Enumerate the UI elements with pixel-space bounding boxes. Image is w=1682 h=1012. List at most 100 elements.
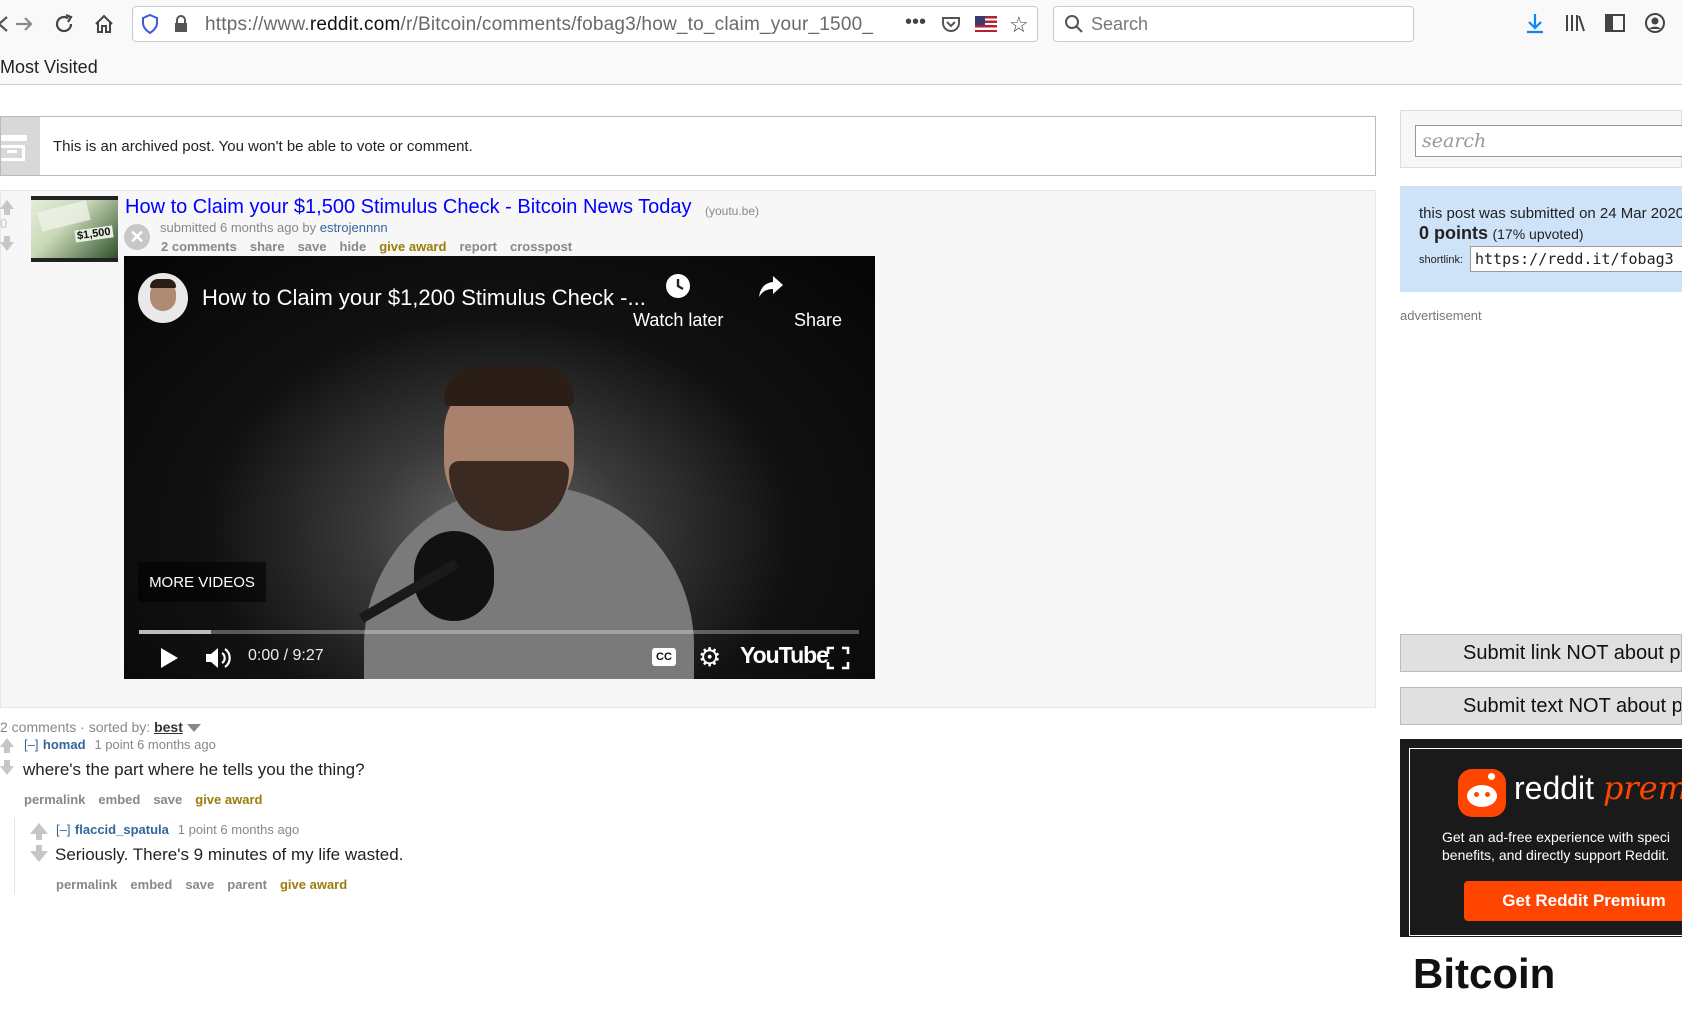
shortlink-field[interactable]: https://redd.it/fobag3	[1470, 246, 1682, 272]
post-buttons: 2 comments share save hide give award re…	[161, 239, 572, 254]
browser-search-bar[interactable]: Search	[1053, 6, 1414, 42]
comments-count: 2 comments	[0, 719, 77, 735]
sidebar-icon[interactable]	[1604, 12, 1626, 39]
url-text: https://www.reddit.com/r/Bitcoin/comment…	[205, 14, 874, 35]
post-title-link[interactable]: How to Claim your $1,500 Stimulus Check …	[125, 196, 692, 219]
comment-body: where's the part where he tells you the …	[23, 760, 365, 779]
premium-description-1: Get an ad-free experience with speci	[1442, 829, 1671, 845]
give-award-button[interactable]: give award	[280, 877, 347, 892]
collapse-toggle[interactable]: [–]	[56, 822, 70, 837]
share-icon[interactable]	[757, 272, 785, 305]
share-button[interactable]: share	[250, 239, 285, 254]
comment-header: [–] flaccid_spatula 1 point 6 months ago	[56, 821, 299, 839]
lock-icon[interactable]	[173, 15, 189, 38]
video-progress-fill	[139, 630, 211, 634]
clock-icon[interactable]	[664, 272, 692, 305]
download-icon[interactable]	[1525, 12, 1545, 39]
close-icon[interactable]: ✕	[124, 224, 150, 250]
comments-link[interactable]: 2 comments	[161, 239, 237, 254]
video-time: 0:00 / 9:27	[248, 647, 324, 664]
shield-icon[interactable]	[141, 13, 159, 39]
submit-text-button[interactable]: Submit text NOT about p	[1400, 687, 1682, 725]
premium-logo-suffix: premi	[1602, 769, 1682, 807]
post-thumbnail[interactable]: $1,500	[31, 196, 118, 262]
video-player[interactable]: How to Claim your $1,200 Stimulus Check …	[124, 256, 875, 679]
sidebar-search-input[interactable]: search	[1415, 125, 1682, 157]
browser-search-placeholder: Search	[1091, 14, 1149, 34]
reply-thread-line	[14, 818, 15, 894]
collapse-toggle[interactable]: [–]	[24, 737, 38, 752]
save-button[interactable]: save	[298, 239, 327, 254]
archive-icon	[1, 117, 40, 175]
volume-icon[interactable]	[204, 646, 232, 675]
give-award-button[interactable]: give award	[379, 239, 446, 254]
permalink-button[interactable]: permalink	[56, 877, 117, 892]
comment-upvote-arrow[interactable]	[30, 823, 48, 840]
more-videos-button[interactable]: MORE VIDEOS	[138, 562, 266, 602]
comment-body: Seriously. There's 9 minutes of my life …	[55, 845, 404, 864]
get-premium-button[interactable]: Get Reddit Premium	[1464, 881, 1682, 921]
bookmark-most-visited[interactable]: Most Visited	[0, 57, 98, 78]
comment-author[interactable]: homad	[43, 737, 86, 752]
settings-icon[interactable]: ⚙	[698, 642, 721, 673]
sort-label: sorted by:	[88, 719, 151, 735]
channel-avatar[interactable]	[138, 273, 188, 323]
crosspost-button[interactable]: crosspost	[510, 239, 572, 254]
comment-author[interactable]: flaccid_spatula	[75, 822, 169, 837]
hide-button[interactable]: hide	[340, 239, 367, 254]
points-value: 0 points	[1419, 223, 1489, 243]
flag-icon[interactable]	[975, 16, 997, 32]
post-downvote-arrow[interactable]	[0, 236, 14, 251]
play-icon[interactable]	[158, 646, 180, 675]
premium-logo-text: reddit	[1514, 770, 1595, 806]
sort-dropdown[interactable]: best	[154, 719, 183, 735]
pocket-icon[interactable]	[941, 14, 961, 39]
star-icon[interactable]: ☆	[1009, 12, 1029, 38]
premium-promo: reddit premi Get an ad-free experience w…	[1400, 739, 1682, 937]
premium-description-2: benefits, and directly support Reddit.	[1442, 847, 1670, 863]
comment-downvote-arrow[interactable]	[30, 845, 48, 862]
save-button[interactable]: save	[185, 877, 214, 892]
fullscreen-icon[interactable]	[826, 646, 850, 675]
comment-meta: 1 point 6 months ago	[177, 822, 300, 837]
share-label[interactable]: Share	[794, 310, 842, 331]
points-line: 0 points (17% upvoted)	[1419, 223, 1584, 244]
embed-button[interactable]: embed	[98, 792, 140, 807]
subreddit-title[interactable]: Bitcoin	[1413, 950, 1555, 998]
account-icon[interactable]	[1644, 12, 1666, 39]
archived-notice: This is an archived post. You won't be a…	[0, 116, 1376, 176]
comment-downvote-arrow[interactable]	[0, 760, 14, 775]
comment-buttons: permalink embed save give award	[24, 792, 262, 807]
comment-meta: 1 point 6 months ago	[94, 737, 216, 752]
archived-text: This is an archived post. You won't be a…	[53, 138, 473, 155]
embed-button[interactable]: embed	[130, 877, 172, 892]
library-icon[interactable]	[1564, 12, 1586, 39]
url-bar[interactable]: https://www.reddit.com/r/Bitcoin/comment…	[132, 6, 1038, 42]
give-award-button[interactable]: give award	[195, 792, 262, 807]
reload-icon[interactable]	[50, 10, 78, 38]
permalink-button[interactable]: permalink	[24, 792, 85, 807]
report-button[interactable]: report	[459, 239, 497, 254]
video-title[interactable]: How to Claim your $1,200 Stimulus Check …	[202, 285, 646, 311]
more-icon[interactable]: •••	[905, 11, 926, 34]
advertisement-label: advertisement	[1400, 308, 1482, 323]
comment-buttons: permalink embed save parent give award	[56, 877, 347, 892]
post-author-link[interactable]: estrojennnn	[320, 220, 388, 235]
post-domain[interactable]: (youtu.be)	[705, 204, 759, 218]
watch-later-label[interactable]: Watch later	[633, 310, 723, 331]
video-progress-bar[interactable]	[139, 630, 859, 634]
submit-link-button[interactable]: Submit link NOT about p	[1400, 634, 1682, 672]
comments-header: 2 comments · sorted by: best	[0, 719, 201, 735]
chevron-down-icon[interactable]	[186, 724, 201, 733]
post-tagline: submitted 6 months ago by estrojennnn	[160, 220, 388, 235]
captions-icon[interactable]: CC	[652, 648, 676, 666]
thumbnail-price: $1,500	[74, 225, 114, 243]
save-button[interactable]: save	[153, 792, 182, 807]
parent-button[interactable]: parent	[227, 877, 267, 892]
comment-upvote-arrow[interactable]	[0, 738, 14, 753]
forward-icon[interactable]	[10, 10, 38, 38]
post-upvote-arrow[interactable]	[0, 200, 14, 215]
comment-header: [–] homad 1 point 6 months ago	[24, 736, 216, 754]
youtube-logo[interactable]: YouTube	[740, 642, 829, 669]
home-icon[interactable]	[90, 10, 118, 38]
